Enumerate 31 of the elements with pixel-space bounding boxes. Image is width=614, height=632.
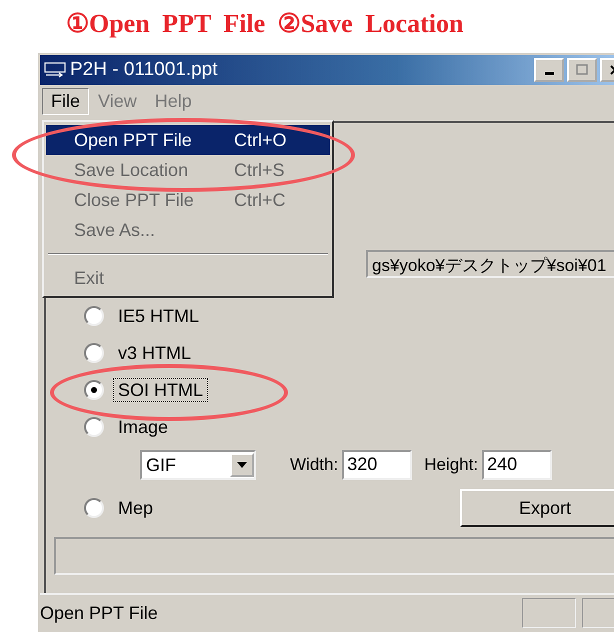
menu-entry[interactable]: Save As...	[46, 215, 330, 246]
radio-label: Mep	[117, 497, 154, 520]
format-dropdown[interactable]: GIF	[140, 450, 256, 480]
app-icon	[44, 62, 66, 78]
radio-label: v3 HTML	[117, 342, 192, 366]
status-panel	[522, 598, 576, 628]
window-title: P2H - 011001.ppt	[70, 58, 218, 81]
minimize-icon	[544, 72, 554, 76]
height-field[interactable]: 240	[482, 450, 552, 480]
width-field[interactable]: 320	[342, 450, 412, 480]
menu-entry[interactable]: Exit	[46, 263, 330, 294]
radio-button[interactable]	[84, 306, 104, 326]
radio-button[interactable]	[84, 417, 104, 438]
radio-label: Image	[117, 416, 170, 440]
radio-button[interactable]	[84, 498, 104, 518]
menu-entry[interactable]: Close PPT File Ctrl+C	[46, 185, 330, 216]
annotation-title: ①Open PPT File ②Save Location	[65, 8, 464, 40]
menu-item[interactable]: File	[42, 88, 90, 116]
menu-entry[interactable]: Open PPT File Ctrl+O	[46, 125, 330, 156]
maximize-icon	[576, 64, 588, 76]
radio-label: IE5 HTML	[117, 305, 200, 328]
width-label: Width:	[290, 455, 338, 476]
radio-button[interactable]	[84, 380, 104, 400]
radio-label: SOI HTML	[113, 378, 208, 402]
export-button[interactable]: Export	[460, 489, 614, 528]
minimize-button[interactable]	[534, 58, 564, 82]
path-field[interactable]: gs¥yoko¥デスクトップ¥soi¥01	[366, 250, 614, 278]
height-label: Height:	[424, 455, 478, 476]
menu-entry[interactable]: Save Location Ctrl+S	[46, 155, 330, 186]
status-text: Open PPT File	[40, 602, 159, 624]
radio-button[interactable]	[84, 343, 104, 364]
